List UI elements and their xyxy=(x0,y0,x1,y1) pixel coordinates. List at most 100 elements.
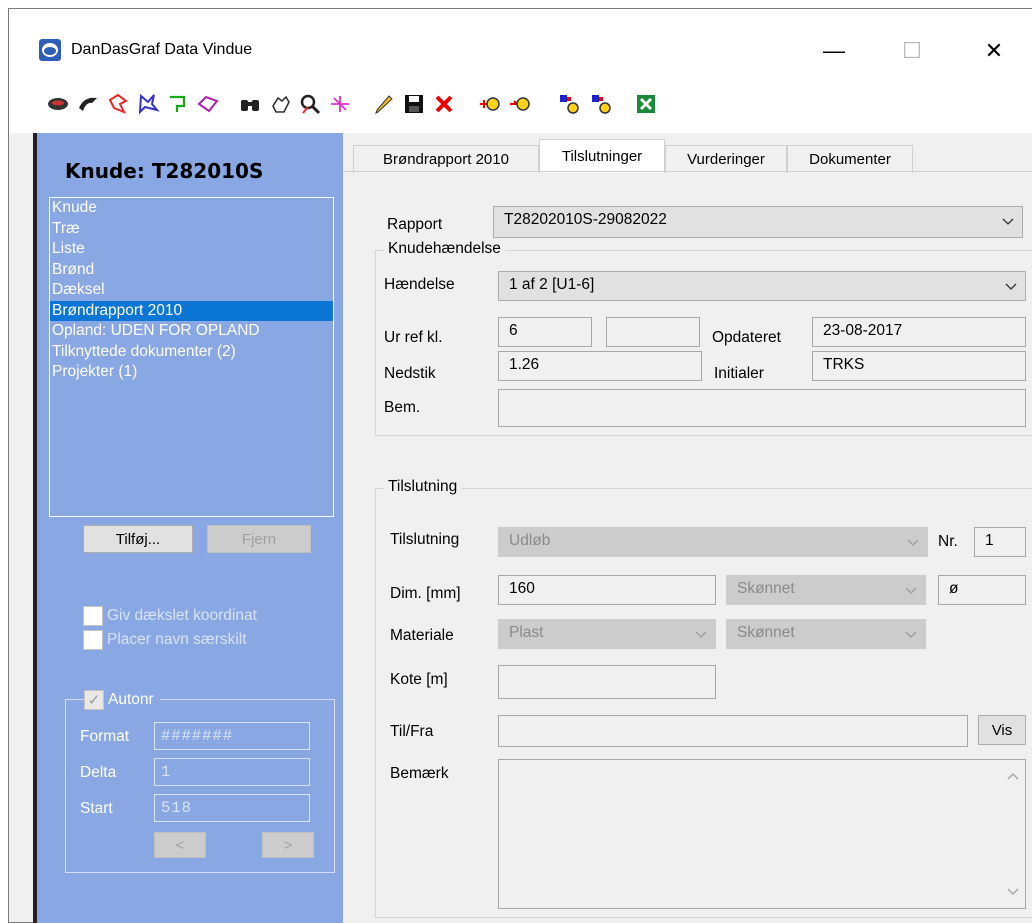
format-field[interactable]: ####### xyxy=(154,722,310,750)
chevron-down-icon xyxy=(1005,283,1017,290)
polyline-green-icon[interactable] xyxy=(165,91,191,117)
kote-field[interactable] xyxy=(498,665,716,699)
main-panel: Brøndrapport 2010 Tilslutninger Vurderin… xyxy=(343,133,1032,923)
scroll-down-icon[interactable] xyxy=(1007,887,1019,897)
delta-field[interactable]: 1 xyxy=(154,758,310,786)
urref-field[interactable]: 6 xyxy=(498,317,592,347)
chevron-down-icon xyxy=(905,587,917,594)
tree-item-broendrapport[interactable]: Brøndrapport 2010 xyxy=(50,300,333,321)
tree-item-projekter[interactable]: Projekter (1) xyxy=(50,362,333,383)
binoculars-icon[interactable] xyxy=(237,91,263,117)
start-field[interactable]: 518 xyxy=(154,794,310,822)
window-title: DanDasGraf Data Vindue xyxy=(71,41,253,58)
coordinate-checkbox-row[interactable]: Giv dækslet koordinat xyxy=(83,605,257,627)
pencil-icon[interactable] xyxy=(371,91,397,117)
autonr-legend[interactable]: ✓ Autonr xyxy=(84,690,160,710)
knudehaendelse-legend: Knudehændelse xyxy=(384,240,505,258)
tilslutning-select[interactable]: Udløb xyxy=(498,527,928,557)
rapport-label: Rapport xyxy=(387,216,443,233)
minimize-button[interactable]: — xyxy=(809,33,859,69)
tilslutning-legend: Tilslutning xyxy=(384,478,462,496)
maximize-button[interactable]: ☐ xyxy=(887,33,937,69)
remove-button[interactable]: Fjern xyxy=(207,525,311,553)
cut-icon[interactable] xyxy=(75,91,101,117)
name-checkbox-row[interactable]: Placer navn særskilt xyxy=(83,629,247,651)
urref-extra-field[interactable] xyxy=(606,317,700,347)
coordinate-checkbox-label: Giv dækslet koordinat xyxy=(107,607,257,624)
autonr-group: ✓ Autonr Format ####### Delta 1 Start 51… xyxy=(65,690,335,873)
data-window: DanDasGraf Data Vindue — ☐ ✕ Knude: T282… xyxy=(8,8,1032,923)
rapport-select[interactable]: T28202010S-29082022 xyxy=(493,206,1023,238)
diamond-icon[interactable] xyxy=(195,91,221,117)
dim-quality-value: Skønnet xyxy=(737,580,795,597)
tree-item-trae[interactable]: Træ xyxy=(50,219,333,240)
toolbar xyxy=(9,81,1032,133)
tab-vurderinger[interactable]: Vurderinger xyxy=(665,145,787,173)
urref-label: Ur ref kl. xyxy=(384,329,443,346)
bem-field[interactable] xyxy=(498,389,1026,427)
connect-right-icon[interactable] xyxy=(507,91,533,117)
delete-icon[interactable] xyxy=(431,91,457,117)
close-green-icon[interactable] xyxy=(633,91,659,117)
ellipse-icon[interactable] xyxy=(45,91,71,117)
tree-item-liste[interactable]: Liste xyxy=(50,239,333,260)
materiale-quality-value: Skønnet xyxy=(737,624,795,641)
opdateret-field[interactable]: 23-08-2017 xyxy=(812,317,1026,347)
dim-symbol-field[interactable]: ø xyxy=(938,575,1026,605)
nr-field[interactable]: 1 xyxy=(974,527,1026,557)
tree-item-opland[interactable]: Opland: UDEN FOR OPLAND xyxy=(50,321,333,342)
link-node-a-icon[interactable] xyxy=(557,91,583,117)
rapport-value: T28202010S-29082022 xyxy=(504,211,667,228)
name-checkbox[interactable] xyxy=(83,630,103,650)
polygon-red-icon[interactable] xyxy=(105,91,131,117)
next-button[interactable]: > xyxy=(262,832,314,858)
initialer-label: Initialer xyxy=(714,365,764,382)
tree-item-broend[interactable]: Brønd xyxy=(50,260,333,281)
scroll-up-icon[interactable] xyxy=(1007,771,1019,781)
tab-tilslutninger[interactable]: Tilslutninger xyxy=(539,139,665,173)
hand-icon[interactable] xyxy=(267,91,293,117)
connect-left-icon[interactable] xyxy=(477,91,503,117)
tree-item-knude[interactable]: Knude xyxy=(50,198,333,219)
tilslutning-value: Udløb xyxy=(509,532,551,549)
haendelse-label: Hændelse xyxy=(384,276,455,293)
chevron-down-icon xyxy=(907,539,919,546)
zoom-icon[interactable] xyxy=(297,91,323,117)
tree-item-dokumenter[interactable]: Tilknyttede dokumenter (2) xyxy=(50,342,333,363)
nedstik-label: Nedstik xyxy=(384,365,436,382)
polygon-blue-icon[interactable] xyxy=(135,91,161,117)
bemaerk-textarea[interactable] xyxy=(498,759,1026,909)
bem-label: Bem. xyxy=(384,399,421,416)
dim-label: Dim. [mm] xyxy=(390,585,461,602)
left-panel: Knude: T282010S Knude Træ Liste Brønd Dæ… xyxy=(33,133,343,923)
initialer-field[interactable]: TRKS xyxy=(812,351,1026,381)
add-button[interactable]: Tilføj... xyxy=(83,525,193,553)
close-button[interactable]: ✕ xyxy=(969,33,1019,69)
tab-broendrapport[interactable]: Brøndrapport 2010 xyxy=(353,145,539,173)
materiale-label: Materiale xyxy=(390,627,454,644)
nedstik-field[interactable]: 1.26 xyxy=(498,351,702,381)
name-checkbox-label: Placer navn særskilt xyxy=(107,631,247,648)
materiale-select[interactable]: Plast xyxy=(498,619,716,649)
haendelse-select[interactable]: 1 af 2 [U1-6] xyxy=(498,271,1026,301)
dim-field[interactable]: 160 xyxy=(498,575,716,605)
tab-dokumenter[interactable]: Dokumenter xyxy=(787,145,913,173)
save-icon[interactable] xyxy=(401,91,427,117)
app-globe-icon xyxy=(39,39,61,61)
coordinate-checkbox[interactable] xyxy=(83,606,103,626)
tree-item-daeksel[interactable]: Dæksel xyxy=(50,280,333,301)
dim-quality-select[interactable]: Skønnet xyxy=(726,575,926,605)
bemaerk-scrollbar[interactable] xyxy=(1004,763,1022,905)
prev-button[interactable]: < xyxy=(154,832,206,858)
materiale-quality-select[interactable]: Skønnet xyxy=(726,619,926,649)
chevron-down-icon xyxy=(695,631,707,638)
opdateret-label: Opdateret xyxy=(712,329,781,346)
tree-list[interactable]: Knude Træ Liste Brønd Dæksel Brøndrappor… xyxy=(49,197,334,517)
vis-button[interactable]: Vis xyxy=(978,715,1026,745)
link-node-b-icon[interactable] xyxy=(589,91,615,117)
tilslutning-group: Tilslutning Tilslutning Udløb Nr. 1 Dim.… xyxy=(375,478,1032,918)
tilfra-field[interactable] xyxy=(498,715,968,747)
autonr-checkbox[interactable]: ✓ xyxy=(84,690,104,710)
bemaerk-label: Bemærk xyxy=(390,765,449,782)
split-icon[interactable] xyxy=(327,91,353,117)
